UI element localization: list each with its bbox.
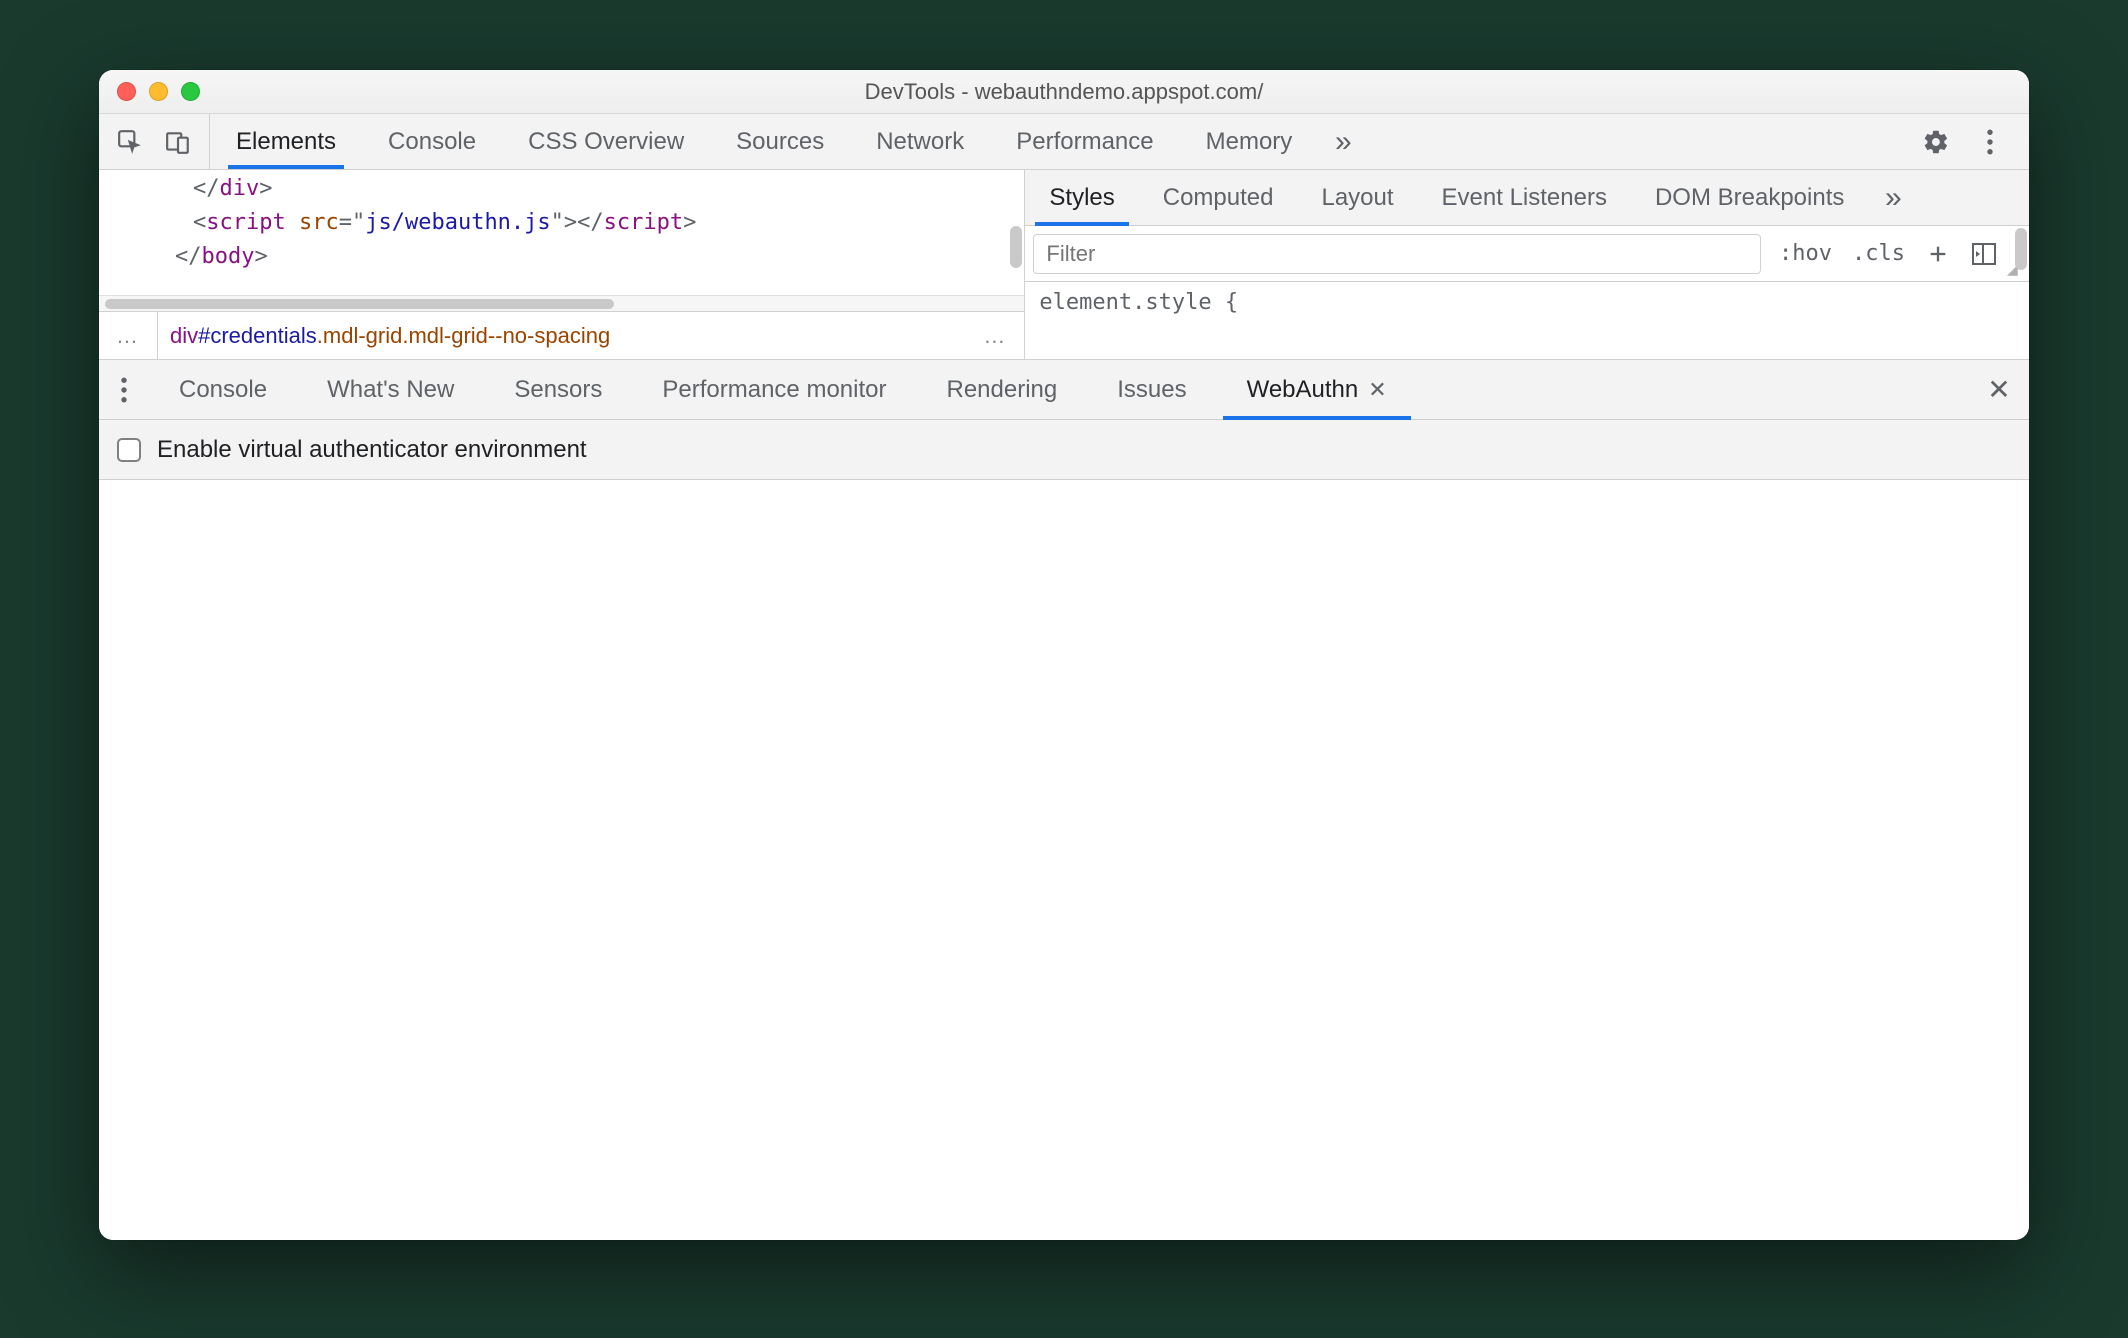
tab-elements[interactable]: Elements — [210, 114, 362, 169]
settings-gear-icon[interactable] — [1921, 127, 1951, 157]
tab-sources[interactable]: Sources — [710, 114, 850, 169]
main-tabs-overflow[interactable]: » — [1318, 114, 1368, 169]
cls-toggle[interactable]: .cls — [1842, 241, 1915, 266]
drawer-tab-issues[interactable]: Issues — [1087, 360, 1216, 419]
computed-sidebar-toggle-icon[interactable] — [1967, 237, 2001, 271]
horizontal-scrollbar-track[interactable] — [99, 295, 1024, 311]
enable-virtual-authenticator-label: Enable virtual authenticator environment — [157, 436, 587, 464]
new-style-rule-icon[interactable] — [1921, 237, 1955, 271]
styles-vertical-scrollbar[interactable] — [2015, 228, 2027, 270]
close-window-button[interactable] — [117, 82, 136, 101]
enable-virtual-authenticator-checkbox[interactable] — [117, 438, 141, 462]
horizontal-scrollbar-thumb[interactable] — [105, 299, 614, 309]
drawer-tab-performance-monitor[interactable]: Performance monitor — [632, 360, 916, 419]
hov-toggle[interactable]: :hov — [1769, 241, 1842, 266]
drawer-tab-whats-new[interactable]: What's New — [297, 360, 484, 419]
breadcrumb-next[interactable]: … — [966, 323, 1024, 349]
main-tab-actions — [1897, 114, 2029, 169]
zoom-window-button[interactable] — [181, 82, 200, 101]
styles-toolbar: :hov .cls ◢ — [1025, 226, 2029, 282]
tab-network[interactable]: Network — [850, 114, 990, 169]
window-title: DevTools - webauthndemo.appspot.com/ — [99, 79, 2029, 105]
element-style-rule[interactable]: element.style { — [1025, 282, 2029, 323]
main-tabs: Elements Console CSS Overview Sources Ne… — [210, 114, 1897, 169]
breadcrumb-id: #credentials — [198, 323, 317, 349]
drawer-tab-webauthn[interactable]: WebAuthn ✕ — [1217, 360, 1417, 419]
select-element-icon[interactable] — [115, 127, 145, 157]
webauthn-toolbar: Enable virtual authenticator environment — [99, 420, 2029, 480]
elements-styles-split: </div><script src="js/webauthn.js"></scr… — [99, 170, 2029, 360]
close-tab-icon[interactable]: ✕ — [1368, 377, 1386, 403]
elements-dom-pane[interactable]: </div><script src="js/webauthn.js"></scr… — [99, 170, 1025, 359]
titlebar: DevTools - webauthndemo.appspot.com/ — [99, 70, 2029, 114]
breadcrumb-classes: .mdl-grid.mdl-grid--no-spacing — [317, 323, 610, 349]
drawer-close-icon[interactable]: ✕ — [1969, 360, 2029, 419]
styles-tab-styles[interactable]: Styles — [1025, 170, 1138, 225]
drawer-kebab-icon[interactable] — [99, 360, 149, 419]
devtools-window: DevTools - webauthndemo.appspot.com/ Ele… — [99, 70, 2029, 1240]
vertical-scrollbar[interactable] — [1010, 226, 1022, 268]
drawer-tab-webauthn-label: WebAuthn — [1247, 376, 1359, 404]
breadcrumb-current[interactable]: div#credentials.mdl-grid.mdl-grid--no-sp… — [158, 323, 622, 349]
drawer-tab-console[interactable]: Console — [149, 360, 297, 419]
styles-tab-layout[interactable]: Layout — [1297, 170, 1417, 225]
breadcrumb: … div#credentials.mdl-grid.mdl-grid--no-… — [99, 311, 1024, 359]
tab-performance[interactable]: Performance — [990, 114, 1179, 169]
tab-css-overview[interactable]: CSS Overview — [502, 114, 710, 169]
styles-filter-input[interactable] — [1033, 234, 1761, 274]
webauthn-body — [99, 480, 2029, 1240]
drawer-tab-sensors[interactable]: Sensors — [484, 360, 632, 419]
styles-tab-dom-breakpoints[interactable]: DOM Breakpoints — [1631, 170, 1868, 225]
minimize-window-button[interactable] — [149, 82, 168, 101]
styles-tabs-overflow[interactable]: » — [1868, 170, 1918, 225]
styles-tab-bar: Styles Computed Layout Event Listeners D… — [1025, 170, 2029, 226]
dom-tree[interactable]: </div><script src="js/webauthn.js"></scr… — [99, 170, 1024, 295]
traffic-lights — [117, 82, 200, 101]
styles-tab-computed[interactable]: Computed — [1139, 170, 1298, 225]
kebab-menu-icon[interactable] — [1975, 127, 2005, 157]
breadcrumb-prev[interactable]: … — [99, 323, 157, 349]
device-toggle-icon[interactable] — [163, 127, 193, 157]
styles-tab-event-listeners[interactable]: Event Listeners — [1418, 170, 1631, 225]
drawer-tab-rendering[interactable]: Rendering — [916, 360, 1087, 419]
inspect-toggle-group — [99, 114, 210, 169]
tab-memory[interactable]: Memory — [1180, 114, 1319, 169]
tab-console[interactable]: Console — [362, 114, 502, 169]
drawer-tab-bar: Console What's New Sensors Performance m… — [99, 360, 2029, 420]
breadcrumb-tag: div — [170, 323, 198, 349]
styles-pane: Styles Computed Layout Event Listeners D… — [1025, 170, 2029, 359]
main-tab-bar: Elements Console CSS Overview Sources Ne… — [99, 114, 2029, 170]
